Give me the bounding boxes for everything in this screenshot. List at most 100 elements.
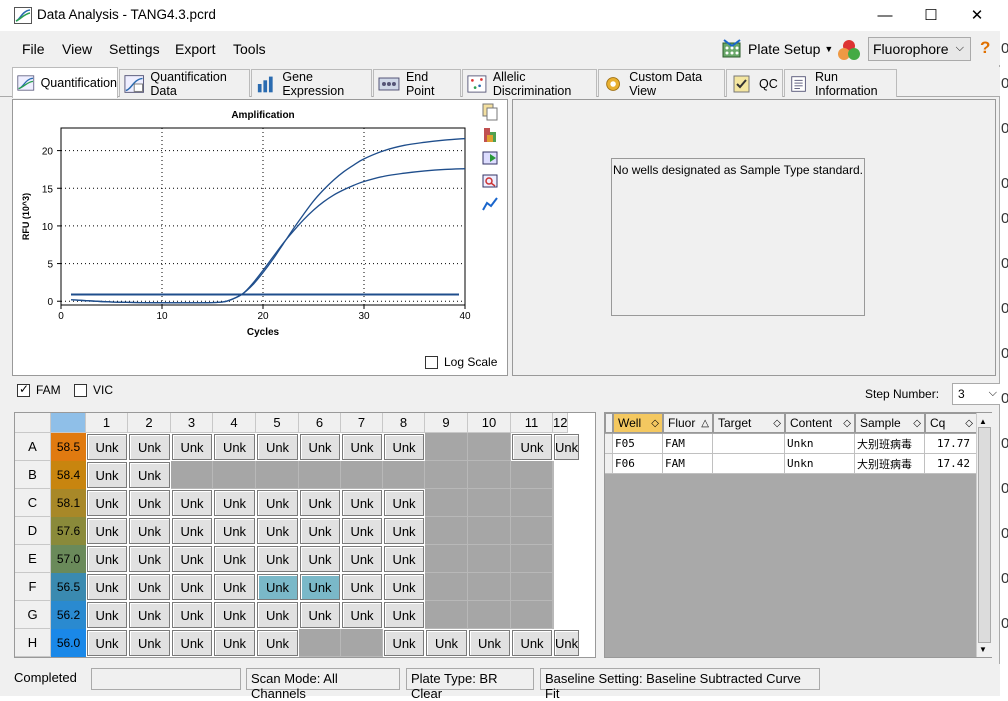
scroll-down-icon[interactable]: ▼ bbox=[979, 645, 987, 654]
well-D3[interactable]: Unk bbox=[172, 518, 212, 544]
fluorophore-balls-icon[interactable] bbox=[836, 38, 862, 62]
well-A4[interactable]: Unk bbox=[214, 434, 255, 460]
column-header-9[interactable]: 9 bbox=[425, 413, 468, 433]
table-cell-cq[interactable]: 17.77 bbox=[925, 434, 977, 454]
well-C6[interactable]: Unk bbox=[300, 490, 340, 516]
well-B9-empty[interactable] bbox=[425, 461, 468, 489]
table-cell-content[interactable]: Unkn bbox=[785, 454, 855, 474]
well-C7[interactable]: Unk bbox=[342, 490, 382, 516]
well-E10-empty[interactable] bbox=[468, 545, 511, 573]
tab-allelic-discrimination[interactable]: Allelic Discrimination bbox=[462, 69, 597, 98]
row-header-D[interactable]: D bbox=[15, 517, 51, 545]
log-scale-checkbox[interactable] bbox=[425, 355, 438, 369]
tab-custom-data-view[interactable]: Custom Data View bbox=[598, 69, 725, 98]
well-C1[interactable]: Unk bbox=[87, 490, 127, 516]
menu-view[interactable]: View bbox=[62, 41, 92, 57]
table-scrollbar[interactable]: ▲ ▼ bbox=[976, 413, 992, 657]
well-D1[interactable]: Unk bbox=[87, 518, 127, 544]
well-B8-empty[interactable] bbox=[383, 461, 425, 489]
table-cell-sample[interactable]: 大别班病毒 bbox=[855, 434, 925, 454]
column-header-12[interactable]: 12 bbox=[553, 413, 569, 433]
row-header-A[interactable]: A bbox=[15, 433, 51, 461]
well-G1[interactable]: Unk bbox=[87, 602, 127, 628]
row-header-E[interactable]: E bbox=[15, 545, 51, 573]
well-B10-empty[interactable] bbox=[468, 461, 511, 489]
well-D12-empty[interactable] bbox=[553, 517, 554, 545]
well-B2[interactable]: Unk bbox=[129, 462, 170, 488]
fam-checkbox[interactable]: ✓ bbox=[17, 382, 30, 397]
well-F7[interactable]: Unk bbox=[342, 574, 382, 600]
well-E4[interactable]: Unk bbox=[214, 546, 255, 572]
well-E11-empty[interactable] bbox=[511, 545, 553, 573]
tab-gene-expression[interactable]: Gene Expression bbox=[251, 69, 372, 98]
table-cell-well[interactable]: F06 bbox=[613, 454, 663, 474]
well-D7[interactable]: Unk bbox=[342, 518, 382, 544]
table-cell-target[interactable] bbox=[713, 434, 785, 454]
well-D4[interactable]: Unk bbox=[214, 518, 255, 544]
well-A5[interactable]: Unk bbox=[257, 434, 298, 460]
well-C5[interactable]: Unk bbox=[257, 490, 298, 516]
table-cell-sample[interactable]: 大别班病毒 bbox=[855, 454, 925, 474]
well-H8[interactable]: Unk bbox=[384, 630, 424, 656]
well-G3[interactable]: Unk bbox=[172, 602, 212, 628]
well-B1[interactable]: Unk bbox=[87, 462, 127, 488]
well-D5[interactable]: Unk bbox=[257, 518, 298, 544]
well-A8[interactable]: Unk bbox=[384, 434, 424, 460]
well-D6[interactable]: Unk bbox=[300, 518, 340, 544]
row-selector[interactable] bbox=[605, 454, 613, 474]
table-cell-fluor[interactable]: FAM bbox=[663, 434, 713, 454]
well-H4[interactable]: Unk bbox=[214, 630, 255, 656]
column-header-3[interactable]: 3 bbox=[171, 413, 213, 433]
well-G6[interactable]: Unk bbox=[300, 602, 340, 628]
column-header-fluor[interactable]: Fluor △ bbox=[663, 413, 713, 433]
well-E3[interactable]: Unk bbox=[172, 546, 212, 572]
well-G4[interactable]: Unk bbox=[214, 602, 255, 628]
column-header-content[interactable]: Content ◇ bbox=[785, 413, 855, 433]
well-A1[interactable]: Unk bbox=[87, 434, 127, 460]
well-E6[interactable]: Unk bbox=[300, 546, 340, 572]
well-G2[interactable]: Unk bbox=[129, 602, 170, 628]
well-H6-empty[interactable] bbox=[299, 629, 341, 657]
fluorophore-select[interactable]: Fluorophore ⌵ bbox=[868, 37, 971, 61]
well-C4[interactable]: Unk bbox=[214, 490, 255, 516]
well-A3[interactable]: Unk bbox=[172, 434, 212, 460]
trace-icon[interactable] bbox=[481, 195, 499, 213]
column-header-target[interactable]: Target ◇ bbox=[713, 413, 785, 433]
well-C12-empty[interactable] bbox=[553, 489, 554, 517]
well-F1[interactable]: Unk bbox=[87, 574, 127, 600]
well-E2[interactable]: Unk bbox=[129, 546, 170, 572]
well-D9-empty[interactable] bbox=[425, 517, 468, 545]
well-A7[interactable]: Unk bbox=[342, 434, 382, 460]
scrollbar-thumb[interactable] bbox=[978, 427, 991, 643]
table-cell-target[interactable] bbox=[713, 454, 785, 474]
column-header-sample[interactable]: Sample ◇ bbox=[855, 413, 925, 433]
well-G10-empty[interactable] bbox=[468, 601, 511, 629]
well-G12-empty[interactable] bbox=[553, 601, 554, 629]
well-C9-empty[interactable] bbox=[425, 489, 468, 517]
well-B6-empty[interactable] bbox=[299, 461, 341, 489]
column-header-2[interactable]: 2 bbox=[128, 413, 171, 433]
well-F8[interactable]: Unk bbox=[384, 574, 424, 600]
well-H12[interactable]: Unk bbox=[554, 630, 580, 656]
well-B3-empty[interactable] bbox=[171, 461, 213, 489]
tab-end-point[interactable]: End Point bbox=[373, 69, 461, 98]
close-button[interactable]: ✕ bbox=[954, 4, 1000, 28]
tab-quantification-data[interactable]: Quantification Data bbox=[119, 69, 250, 98]
print-icon[interactable] bbox=[481, 126, 499, 144]
well-F5[interactable]: Unk bbox=[257, 574, 298, 600]
row-header-H[interactable]: H bbox=[15, 629, 51, 657]
table-cell-content[interactable]: Unkn bbox=[785, 434, 855, 454]
well-H11[interactable]: Unk bbox=[512, 630, 552, 656]
column-header-1[interactable]: 1 bbox=[86, 413, 128, 433]
well-C8[interactable]: Unk bbox=[384, 490, 424, 516]
column-header-10[interactable]: 10 bbox=[468, 413, 511, 433]
vic-toggle[interactable]: VIC bbox=[74, 383, 113, 397]
column-header-5[interactable]: 5 bbox=[256, 413, 299, 433]
panel-splitter[interactable] bbox=[598, 412, 602, 658]
well-G5[interactable]: Unk bbox=[257, 602, 298, 628]
well-E8[interactable]: Unk bbox=[384, 546, 424, 572]
menu-export[interactable]: Export bbox=[175, 41, 215, 57]
zoom-icon[interactable] bbox=[481, 172, 499, 190]
column-header-4[interactable]: 4 bbox=[213, 413, 256, 433]
menu-file[interactable]: File bbox=[22, 41, 45, 57]
